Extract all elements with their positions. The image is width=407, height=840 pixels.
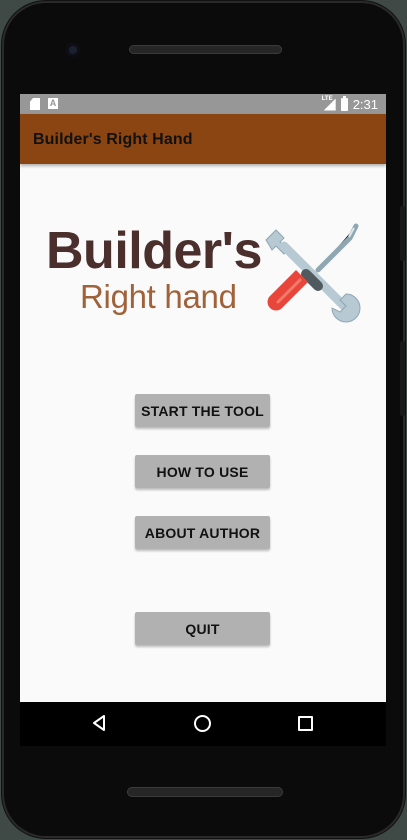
bottom-speaker: [127, 787, 283, 797]
logo-subtitle: Right hand: [80, 278, 237, 315]
recents-icon[interactable]: [298, 716, 313, 731]
notification-a-icon: A: [48, 98, 58, 109]
logo-title: Builder's: [46, 222, 262, 280]
app-screen: A LTE 2:31 Builder's Right Hand Builder'…: [20, 94, 386, 702]
app-title: Builder's Right Hand: [33, 131, 193, 148]
home-icon[interactable]: [194, 715, 211, 732]
status-bar: A LTE 2:31: [20, 94, 386, 114]
about-author-button[interactable]: ABOUT AUTHOR: [135, 516, 270, 549]
signal-icon: LTE: [321, 95, 336, 111]
tools-icon: [265, 223, 361, 323]
sd-card-icon: [30, 98, 40, 110]
navigation-bar: [20, 702, 386, 746]
front-camera: [66, 43, 80, 57]
volume-button: [400, 206, 405, 261]
battery-icon: [340, 96, 348, 111]
top-speaker: [129, 45, 282, 54]
status-clock: 2:31: [352, 97, 378, 112]
power-button: [400, 341, 405, 416]
quit-button[interactable]: QUIT: [135, 612, 270, 645]
back-icon[interactable]: [92, 715, 106, 731]
how-to-use-button[interactable]: HOW TO USE: [135, 455, 270, 488]
app-bar: Builder's Right Hand: [20, 114, 386, 164]
signal-label: LTE: [321, 95, 333, 102]
start-tool-button[interactable]: START THE TOOL: [135, 394, 270, 427]
